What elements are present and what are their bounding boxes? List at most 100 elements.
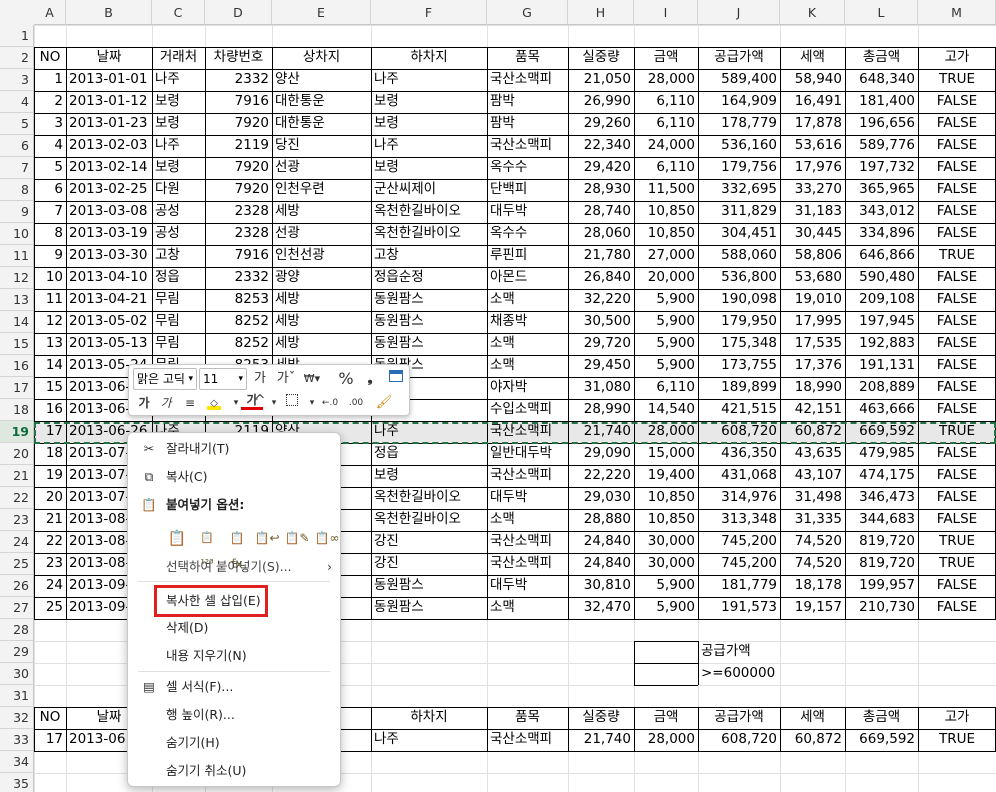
menu-item-hide[interactable]: 숨기기(H)	[128, 731, 340, 755]
decrease-decimal-icon[interactable]: .00	[345, 392, 367, 414]
data-cell[interactable]: TRUE	[918, 531, 996, 553]
data-cell[interactable]: 인천우련	[272, 179, 371, 201]
data-cell[interactable]: 14	[34, 355, 66, 377]
data-cell[interactable]: 53,680	[780, 267, 845, 289]
row-header[interactable]: 18	[0, 399, 34, 421]
increase-decimal-icon[interactable]: ←.0	[319, 392, 341, 414]
data-cell[interactable]: FALSE	[918, 377, 996, 399]
data-cell[interactable]: 2013-04-10	[66, 267, 152, 289]
row-header[interactable]: 10	[0, 223, 34, 245]
result-cell[interactable]: 국산소맥피	[487, 729, 568, 751]
data-cell[interactable]: 2013-03-08	[66, 201, 152, 223]
data-cell[interactable]: FALSE	[918, 443, 996, 465]
data-cell[interactable]: 7920	[205, 157, 272, 179]
data-cell[interactable]: 10,850	[634, 223, 698, 245]
data-cell[interactable]: 세방	[272, 289, 371, 311]
data-cell[interactable]: 7916	[205, 91, 272, 113]
data-cell[interactable]: 30,000	[634, 531, 698, 553]
data-cell[interactable]: 야자박	[487, 377, 568, 399]
data-cell[interactable]: 463,666	[845, 399, 918, 421]
data-cell[interactable]: 164,909	[698, 91, 780, 113]
row-header[interactable]: 30	[0, 663, 34, 685]
data-cell[interactable]: 6,110	[634, 113, 698, 135]
data-cell[interactable]: 58,806	[780, 245, 845, 267]
data-cell[interactable]: FALSE	[918, 289, 996, 311]
data-cell[interactable]: 정읍	[152, 267, 205, 289]
data-cell[interactable]: 세방	[272, 333, 371, 355]
row-header[interactable]: 8	[0, 179, 34, 201]
data-cell[interactable]: 5,900	[634, 311, 698, 333]
data-cell[interactable]: 12	[34, 311, 66, 333]
data-cell[interactable]: 17,878	[780, 113, 845, 135]
data-cell[interactable]: 11,500	[634, 179, 698, 201]
italic-icon[interactable]: 가	[155, 392, 177, 414]
data-cell[interactable]: 28,060	[568, 223, 634, 245]
data-cell[interactable]: 20,000	[634, 267, 698, 289]
data-cell[interactable]: 190,098	[698, 289, 780, 311]
data-cell[interactable]: 옥천한길바이오	[371, 509, 487, 531]
data-cell[interactable]: 2013-01-23	[66, 113, 152, 135]
data-cell[interactable]: 5,900	[634, 289, 698, 311]
row-header[interactable]: 5	[0, 113, 34, 135]
paste-values-icon[interactable]: 📋¹²³	[194, 525, 220, 570]
data-cell[interactable]: FALSE	[918, 509, 996, 531]
data-cell[interactable]: 588,060	[698, 245, 780, 267]
data-cell[interactable]: 314,976	[698, 487, 780, 509]
menu-item-row-height[interactable]: 행 높이(R)...	[128, 703, 340, 727]
data-cell[interactable]: 6,110	[634, 157, 698, 179]
data-cell[interactable]: 421,515	[698, 399, 780, 421]
data-cell[interactable]: 10,850	[634, 487, 698, 509]
column-header-H[interactable]: H	[568, 0, 634, 25]
data-cell[interactable]: 29,030	[568, 487, 634, 509]
data-cell[interactable]: 21,780	[568, 245, 634, 267]
data-cell[interactable]: 채종박	[487, 311, 568, 333]
data-cell[interactable]: 819,720	[845, 531, 918, 553]
row-header[interactable]: 27	[0, 597, 34, 619]
row-header[interactable]: 31	[0, 685, 34, 707]
row-header[interactable]: 19	[0, 421, 34, 443]
data-cell[interactable]: 646,866	[845, 245, 918, 267]
data-cell[interactable]: 18,990	[780, 377, 845, 399]
paste-formulas-icon[interactable]: 📋fx	[224, 525, 250, 571]
result-cell[interactable]: 608,720	[698, 729, 780, 751]
data-cell[interactable]: TRUE	[918, 245, 996, 267]
data-cell[interactable]: 17,376	[780, 355, 845, 377]
data-cell[interactable]: 191,131	[845, 355, 918, 377]
data-cell[interactable]: 다원	[152, 179, 205, 201]
data-cell[interactable]: 28,880	[568, 509, 634, 531]
data-cell[interactable]: 648,340	[845, 69, 918, 91]
data-cell[interactable]: 175,348	[698, 333, 780, 355]
data-cell[interactable]: 양산	[272, 69, 371, 91]
data-cell[interactable]: 강진	[371, 531, 487, 553]
data-cell[interactable]: 17,976	[780, 157, 845, 179]
column-header-D[interactable]: D	[205, 0, 272, 25]
data-cell[interactable]: 58,940	[780, 69, 845, 91]
header-cell[interactable]: 차량번호	[205, 47, 272, 69]
data-cell[interactable]: 17,535	[780, 333, 845, 355]
data-cell[interactable]: 536,160	[698, 135, 780, 157]
result-header-cell[interactable]: 고가	[918, 707, 996, 729]
data-cell[interactable]: 10,850	[634, 201, 698, 223]
data-cell[interactable]: FALSE	[918, 355, 996, 377]
data-cell[interactable]: 343,012	[845, 201, 918, 223]
header-cell[interactable]: 하차지	[371, 47, 487, 69]
data-cell[interactable]: 196,656	[845, 113, 918, 135]
data-cell[interactable]: 29,720	[568, 333, 634, 355]
row-header[interactable]: 15	[0, 333, 34, 355]
data-cell[interactable]: 24	[34, 575, 66, 597]
column-header-L[interactable]: L	[845, 0, 918, 25]
data-cell[interactable]: 10	[34, 267, 66, 289]
data-cell[interactable]: FALSE	[918, 91, 996, 113]
data-cell[interactable]: 아몬드	[487, 267, 568, 289]
row-header[interactable]: 24	[0, 531, 34, 553]
result-cell[interactable]: 60,872	[780, 729, 845, 751]
data-cell[interactable]: 179,756	[698, 157, 780, 179]
data-cell[interactable]: TRUE	[918, 553, 996, 575]
data-cell[interactable]: 24,000	[634, 135, 698, 157]
data-cell[interactable]: 옥천한길바이오	[371, 487, 487, 509]
row-header[interactable]: 2	[0, 47, 34, 69]
column-header-F[interactable]: F	[371, 0, 487, 25]
data-cell[interactable]: 7920	[205, 179, 272, 201]
row-header[interactable]: 6	[0, 135, 34, 157]
menu-item-unhide[interactable]: 숨기기 취소(U)	[128, 759, 340, 783]
